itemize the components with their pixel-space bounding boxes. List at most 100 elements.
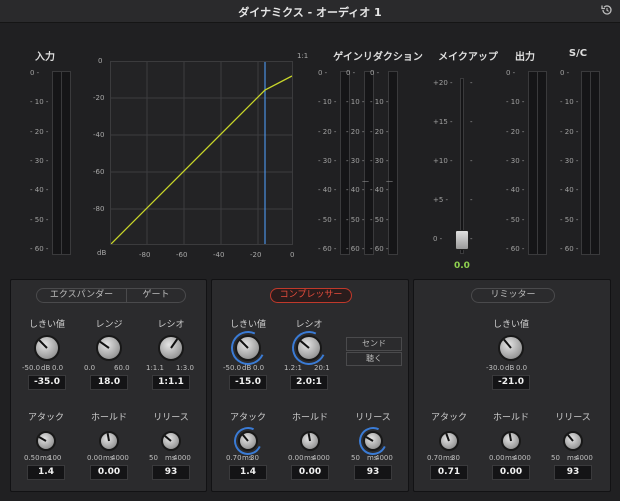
limiter-hold-value[interactable]: 0.00 bbox=[492, 465, 530, 480]
meter-tick-label: - 60 - bbox=[346, 245, 365, 253]
compressor-release-max: 4000 bbox=[375, 454, 393, 462]
meter-tick-label: - 50 - bbox=[506, 215, 525, 224]
meter-tick-label: - 40 - bbox=[370, 186, 389, 195]
compressor-ratio-min: 1.2:1 bbox=[284, 364, 302, 372]
meter-tick-label: - 10 - bbox=[30, 98, 49, 107]
title-bar: ダイナミクス - オーディオ 1 bbox=[0, 0, 620, 23]
expander-range-value[interactable]: 18.0 bbox=[90, 375, 128, 390]
meter-tick-label: 0 - bbox=[30, 69, 40, 77]
expander-range-max: 60.0 bbox=[114, 364, 130, 372]
limiter-threshold-min: -30.0 bbox=[486, 364, 505, 372]
expander-ratio-value[interactable]: 1:1.1 bbox=[152, 375, 190, 390]
limiter-attack-knob[interactable] bbox=[439, 431, 459, 451]
meter-tick-label: - 20 - bbox=[560, 127, 579, 136]
meter-tick-label: - 50 - bbox=[346, 215, 365, 224]
meter-tick-label: 0 - bbox=[318, 69, 328, 77]
graph-x-tick: -40 bbox=[213, 251, 225, 259]
compressor-ratio-knob[interactable] bbox=[296, 335, 322, 361]
expander-gate-toggle[interactable]: エクスパンダー ゲート bbox=[36, 288, 186, 303]
gr-marker: — bbox=[362, 177, 369, 185]
output-meter-right bbox=[537, 71, 547, 255]
makeup-value: 0.0 bbox=[454, 261, 470, 271]
tab-gate[interactable]: ゲート bbox=[127, 289, 185, 302]
expander-ratio-knob-indicator bbox=[170, 338, 179, 349]
expander-attack-value[interactable]: 1.4 bbox=[27, 465, 65, 480]
compressor-attack-knob[interactable] bbox=[238, 431, 258, 451]
limiter-threshold-knob[interactable] bbox=[498, 335, 524, 361]
limiter-attack-max: 30 bbox=[451, 454, 460, 462]
makeup-fader-track[interactable] bbox=[460, 78, 464, 254]
expander-hold-value[interactable]: 0.00 bbox=[90, 465, 128, 480]
expander-ratio-knob[interactable] bbox=[158, 335, 184, 361]
gain-reduction-header: ゲインリダクション bbox=[333, 52, 423, 63]
meter-tick-label: - 10 - bbox=[370, 98, 389, 107]
compressor-release-value[interactable]: 93 bbox=[354, 465, 392, 480]
expander-attack-knob[interactable] bbox=[36, 431, 56, 451]
limiter-attack-knob-indicator bbox=[445, 433, 450, 442]
expander-release-knob[interactable] bbox=[161, 431, 181, 451]
meter-tick-label: - 30 - bbox=[346, 157, 365, 165]
limiter-hold-knob[interactable] bbox=[501, 431, 521, 451]
compressor-enable-button[interactable]: コンプレッサー bbox=[270, 288, 352, 303]
sc-meter-right bbox=[590, 71, 600, 255]
compressor-release-knob[interactable] bbox=[363, 431, 383, 451]
listen-button[interactable]: 聴く bbox=[346, 352, 402, 366]
expander-threshold-knob[interactable] bbox=[34, 335, 60, 361]
graph-y-tick: -20 bbox=[93, 94, 105, 102]
expander-release-value[interactable]: 93 bbox=[152, 465, 190, 480]
makeup-fader-handle[interactable] bbox=[455, 230, 469, 250]
compressor-hold-knob[interactable] bbox=[300, 431, 320, 451]
gr-marker: — bbox=[386, 177, 393, 185]
transfer-graph[interactable] bbox=[110, 61, 293, 245]
compressor-threshold-knob[interactable] bbox=[235, 335, 261, 361]
limiter-enable-button[interactable]: リミッター bbox=[471, 288, 555, 303]
expander-range-knob-indicator bbox=[99, 340, 110, 349]
compressor-attack-value[interactable]: 1.4 bbox=[229, 465, 267, 480]
expander-hold-knob-indicator bbox=[106, 432, 110, 442]
sidechain-header: S/C bbox=[568, 48, 588, 59]
meter-tick-label: 0 - bbox=[346, 69, 356, 77]
limiter-release-label: リリース bbox=[555, 413, 591, 423]
compressor-release-knob-indicator bbox=[365, 436, 374, 442]
expander-hold-label: ホールド bbox=[90, 413, 127, 423]
expander-threshold-value[interactable]: -35.0 bbox=[28, 375, 66, 390]
meter-tick-label: - 60 - bbox=[370, 245, 389, 253]
limiter-threshold-knob-indicator bbox=[503, 338, 512, 349]
limiter-release-knob[interactable] bbox=[563, 431, 583, 451]
expander-hold-max: 4000 bbox=[111, 454, 129, 462]
limiter-attack-value[interactable]: 0.71 bbox=[430, 465, 468, 480]
meter-tick-label: - 60 - bbox=[506, 245, 525, 253]
makeup-tick-mark: - bbox=[470, 157, 473, 165]
compressor-threshold-value[interactable]: -15.0 bbox=[229, 375, 267, 390]
meter-tick-label: - 60 - bbox=[560, 245, 579, 253]
expander-range-knob[interactable] bbox=[96, 335, 122, 361]
meter-tick-label: - 60 - bbox=[30, 245, 49, 253]
compressor-ratio-value[interactable]: 2.0:1 bbox=[290, 375, 328, 390]
meter-tick-label: - 40 - bbox=[506, 186, 525, 195]
limiter-hold-min: 0.00 bbox=[489, 454, 505, 462]
compressor-hold-value[interactable]: 0.00 bbox=[291, 465, 329, 480]
tab-expander[interactable]: エクスパンダー bbox=[37, 289, 127, 302]
limiter-threshold-value[interactable]: -21.0 bbox=[492, 375, 530, 390]
makeup-tick-mark: - bbox=[470, 196, 473, 204]
graph-x-tick: -20 bbox=[250, 251, 262, 259]
compressor-ratio-knob-indicator bbox=[299, 340, 310, 349]
reset-icon[interactable] bbox=[600, 3, 614, 17]
expander-release-min: 50 bbox=[149, 454, 158, 462]
meter-tick-label: - 20 - bbox=[370, 127, 389, 136]
send-button[interactable]: センド bbox=[346, 337, 402, 351]
compressor-threshold-label: しきい値 bbox=[229, 320, 266, 330]
graph-x-tick: -80 bbox=[139, 251, 151, 259]
compressor-release-min: 50 bbox=[351, 454, 360, 462]
meter-tick-label: - 30 - bbox=[30, 157, 49, 165]
limiter-release-value[interactable]: 93 bbox=[554, 465, 592, 480]
limiter-attack-label: アタック bbox=[430, 413, 467, 423]
expander-threshold-knob-indicator bbox=[38, 339, 48, 349]
limiter-threshold-label: しきい値 bbox=[492, 320, 529, 330]
makeup-tick-label: +20 - bbox=[433, 79, 453, 87]
expander-hold-knob[interactable] bbox=[99, 431, 119, 451]
meter-tick-label: - 20 - bbox=[318, 127, 337, 136]
graph-y-tick: -80 bbox=[93, 205, 105, 213]
limiter-threshold-max: 0.0 bbox=[516, 364, 528, 372]
expander-attack-knob-indicator bbox=[38, 436, 47, 442]
